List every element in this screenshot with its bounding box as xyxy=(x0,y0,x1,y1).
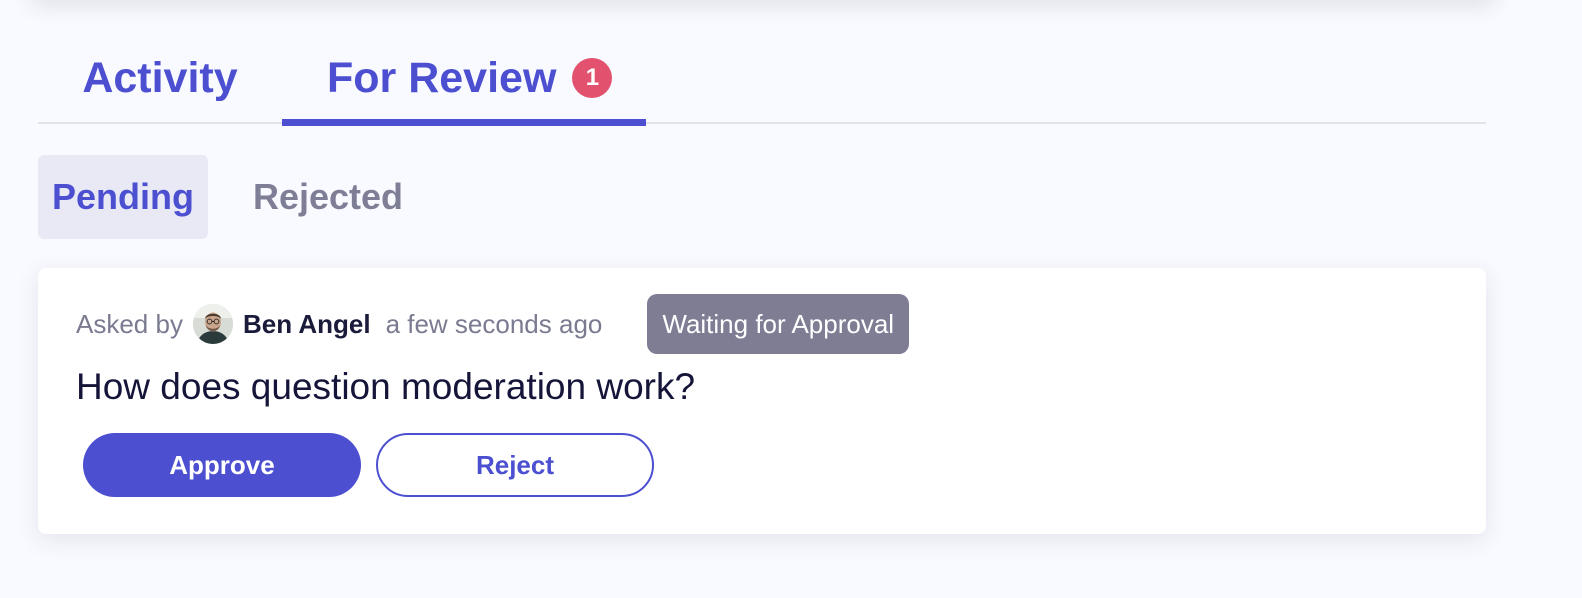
tab-for-review[interactable]: For Review 1 xyxy=(282,30,646,126)
question-meta: Asked by Ben Angel a few seconds ago Wai… xyxy=(76,294,910,354)
status-badge: Waiting for Approval xyxy=(647,294,910,354)
tab-activity[interactable]: Activity xyxy=(38,30,282,124)
active-tab-indicator xyxy=(282,119,646,126)
review-filter-tabs: Pending Rejected xyxy=(38,155,448,239)
subtab-rejected[interactable]: Rejected xyxy=(208,155,448,239)
subtab-rejected-label: Rejected xyxy=(252,176,404,217)
main-tabs: Activity For Review 1 xyxy=(38,30,1486,126)
review-count-badge: 1 xyxy=(572,58,613,98)
moderation-actions: Approve Reject xyxy=(83,433,654,497)
tab-activity-label: Activity xyxy=(82,53,238,102)
author-name[interactable]: Ben Angel xyxy=(243,309,371,340)
tab-for-review-label: For Review xyxy=(327,53,557,102)
question-text: How does question moderation work? xyxy=(76,366,696,407)
approve-button-label: Approve xyxy=(169,449,275,480)
question-timestamp: a few seconds ago xyxy=(385,308,603,339)
reject-button-label: Reject xyxy=(475,449,555,480)
reject-button[interactable]: Reject xyxy=(376,433,654,497)
subtab-pending[interactable]: Pending xyxy=(38,155,208,239)
subtab-pending-label: Pending xyxy=(52,176,194,217)
asked-by-label: Asked by xyxy=(76,308,183,339)
question-card: Asked by Ben Angel a few seconds ago Wai… xyxy=(38,268,1486,534)
user-avatar-photo-icon xyxy=(192,304,233,344)
author-avatar xyxy=(192,304,233,344)
approve-button[interactable]: Approve xyxy=(83,433,361,497)
